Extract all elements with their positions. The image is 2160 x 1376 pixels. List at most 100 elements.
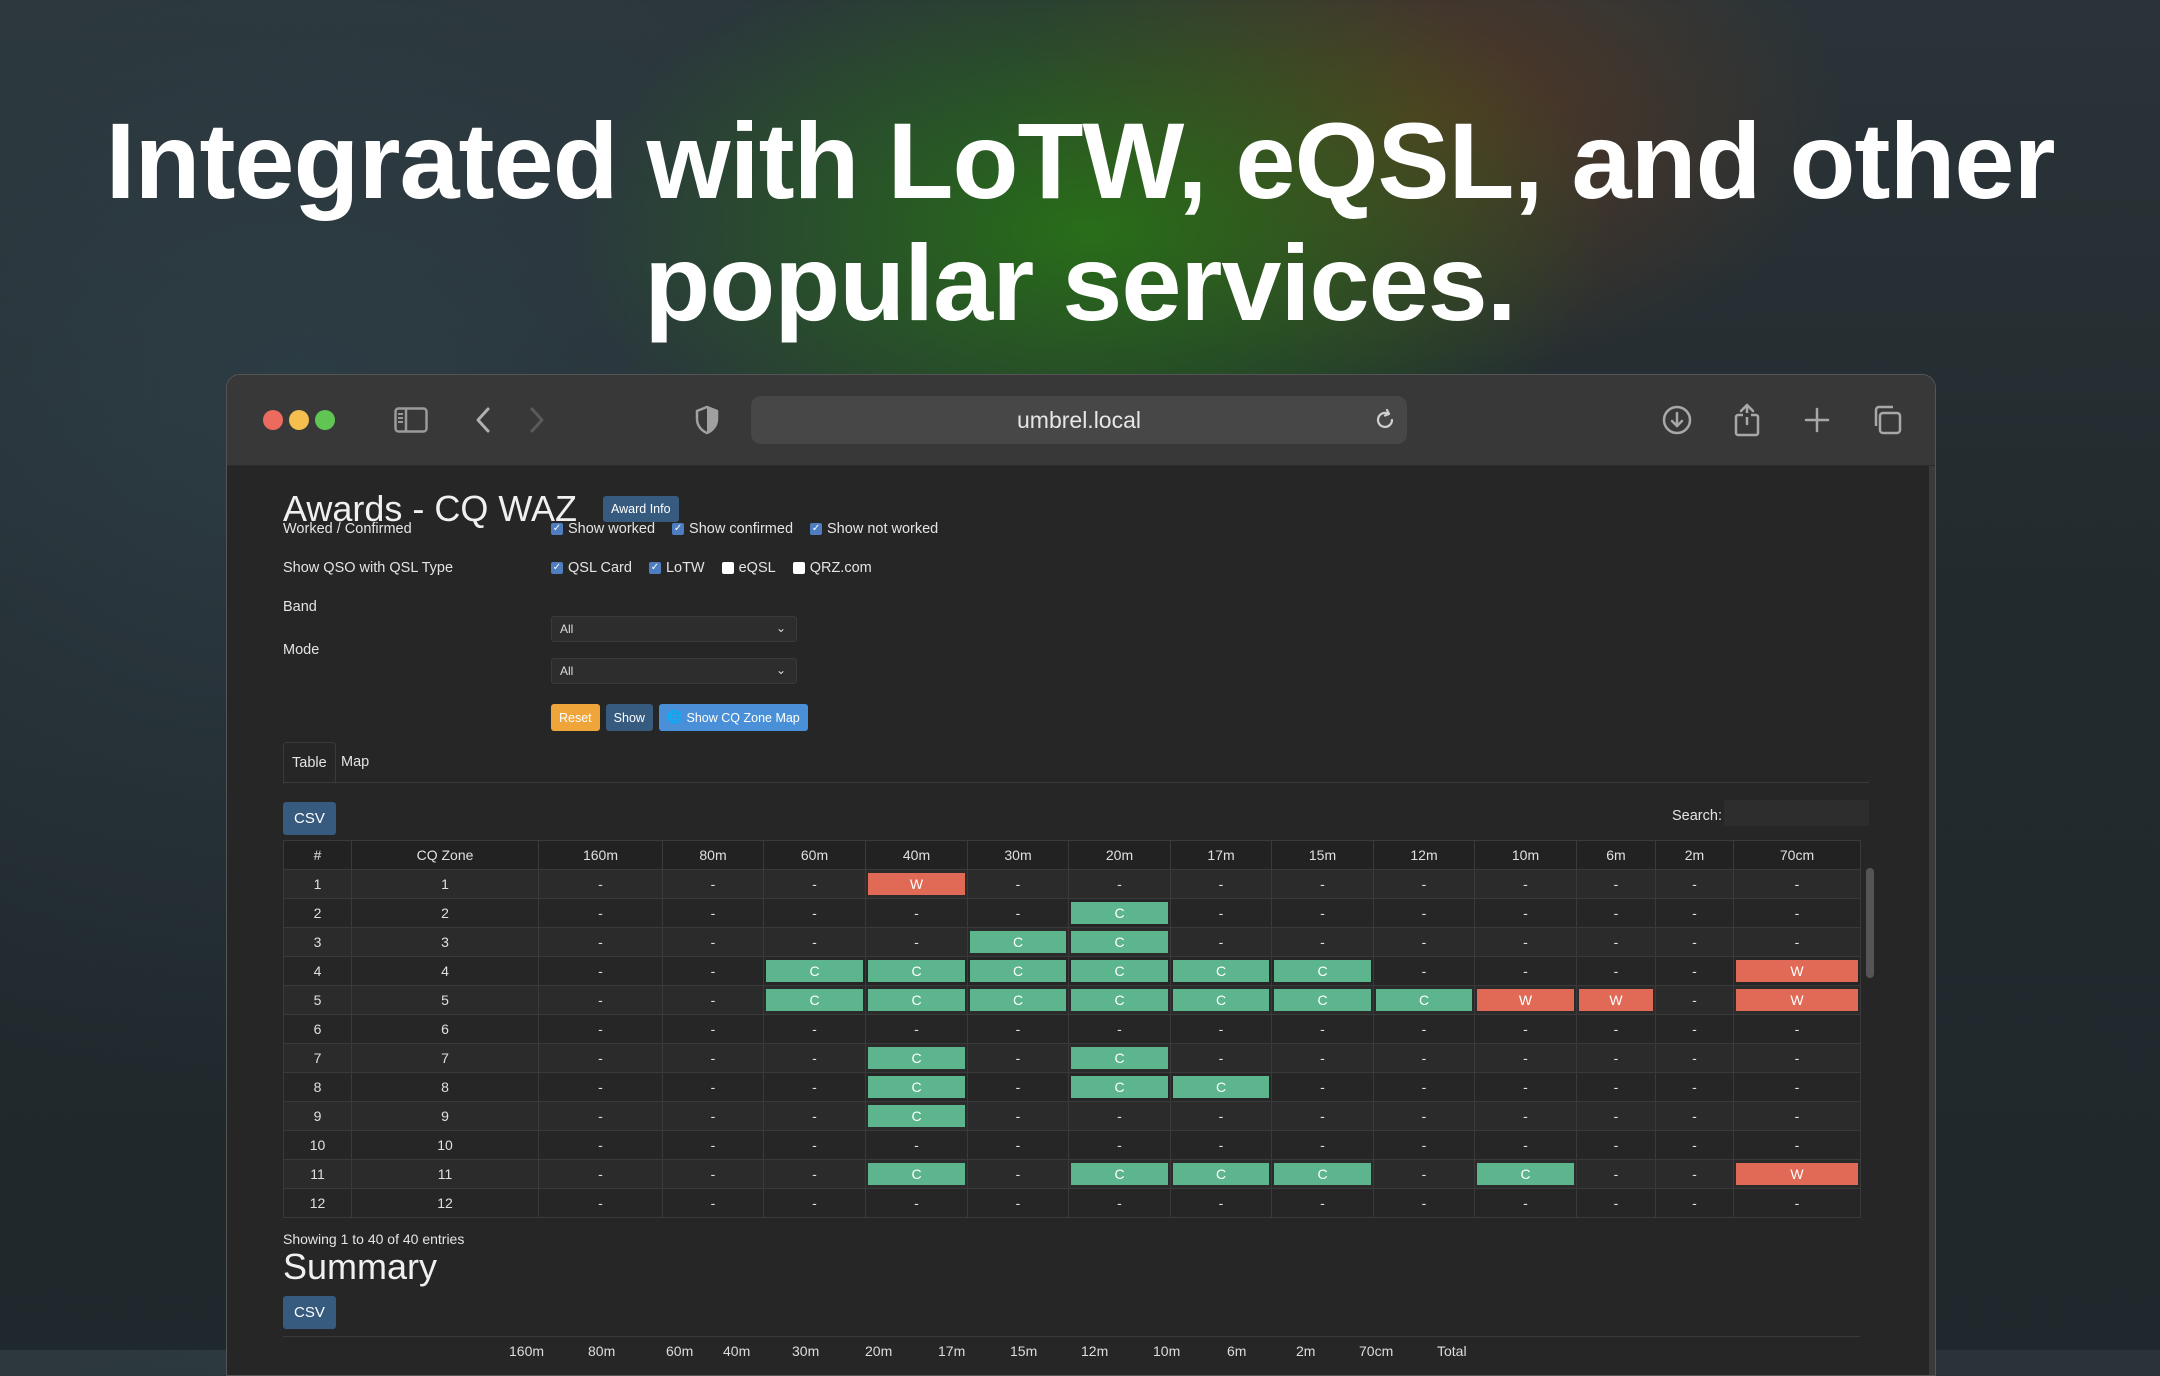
worked-badge[interactable]: W (1736, 989, 1858, 1011)
privacy-shield-icon[interactable] (687, 400, 727, 440)
table-cell: - (1656, 1073, 1734, 1102)
confirmed-badge[interactable]: C (1274, 1163, 1371, 1185)
table-cell: - (1272, 870, 1374, 899)
confirmed-badge[interactable]: C (1173, 989, 1269, 1011)
column-header[interactable]: # (284, 841, 352, 870)
confirmed-badge[interactable]: C (868, 1047, 965, 1069)
worked-badge[interactable]: W (1736, 960, 1858, 982)
lotw-checkbox[interactable]: ✓LoTW (649, 560, 705, 576)
column-header[interactable]: 80m (663, 841, 764, 870)
table-cell: - (1374, 1044, 1475, 1073)
reload-icon[interactable] (1373, 408, 1397, 438)
table-cell: W (1734, 986, 1861, 1015)
worked-badge[interactable]: W (868, 873, 965, 895)
confirmed-badge[interactable]: C (766, 960, 863, 982)
confirmed-badge[interactable]: C (868, 989, 965, 1011)
confirmed-badge[interactable]: C (1376, 989, 1472, 1011)
worked-badge[interactable]: W (1477, 989, 1574, 1011)
award-info-button[interactable]: Award Info (603, 496, 679, 522)
confirmed-badge[interactable]: C (970, 989, 1066, 1011)
page-scrollbar[interactable] (1929, 466, 1935, 1376)
table-cell: 6 (352, 1015, 539, 1044)
tab-table[interactable]: Table (283, 742, 336, 784)
confirmed-badge[interactable]: C (1173, 1163, 1269, 1185)
confirmed-badge[interactable]: C (1071, 989, 1168, 1011)
column-header[interactable]: 12m (1374, 841, 1475, 870)
column-header[interactable]: 70cm (1734, 841, 1861, 870)
show-button[interactable]: Show (606, 704, 653, 731)
confirmed-badge[interactable]: C (1071, 1076, 1168, 1098)
csv-export-button[interactable]: CSV (283, 802, 336, 835)
table-row: 99---C--------- (284, 1102, 1861, 1131)
column-header[interactable]: 40m (866, 841, 968, 870)
column-header[interactable]: 20m (1069, 841, 1171, 870)
show-confirmed-checkbox[interactable]: ✓Show confirmed (672, 521, 793, 537)
table-cell: C (968, 957, 1069, 986)
confirmed-badge[interactable]: C (1274, 989, 1371, 1011)
confirmed-badge[interactable]: C (1071, 1047, 1168, 1069)
confirmed-badge[interactable]: C (1173, 960, 1269, 982)
confirmed-badge[interactable]: C (868, 1163, 965, 1185)
confirmed-badge[interactable]: C (868, 1105, 965, 1127)
confirmed-badge[interactable]: C (1071, 902, 1168, 924)
eqsl-checkbox[interactable]: eQSL (722, 560, 776, 576)
column-header[interactable]: 15m (1272, 841, 1374, 870)
confirmed-badge[interactable]: C (868, 960, 965, 982)
close-window-button[interactable] (263, 410, 283, 430)
zoom-window-button[interactable] (315, 410, 335, 430)
new-tab-icon[interactable] (1797, 400, 1837, 440)
show-map-button[interactable]: 🌐 Show CQ Zone Map (659, 704, 808, 731)
table-cell: - (1656, 957, 1734, 986)
tab-overview-icon[interactable] (1867, 400, 1907, 440)
confirmed-badge[interactable]: C (1173, 1076, 1269, 1098)
confirmed-badge[interactable]: C (1274, 960, 1371, 982)
worked-badge[interactable]: W (1579, 989, 1653, 1011)
table-cell: - (663, 1044, 764, 1073)
table-cell: 10 (352, 1131, 539, 1160)
share-icon[interactable] (1727, 400, 1767, 440)
table-cell: C (1171, 986, 1272, 1015)
worked-confirmed-label: Worked / Confirmed (283, 521, 412, 537)
confirmed-badge[interactable]: C (970, 960, 1066, 982)
confirmed-badge[interactable]: C (1071, 960, 1168, 982)
column-header[interactable]: 160m (539, 841, 663, 870)
address-bar[interactable]: umbrel.local (751, 396, 1407, 444)
sidebar-toggle-icon[interactable] (391, 400, 431, 440)
table-scrollbar[interactable] (1866, 840, 1874, 1226)
confirmed-badge[interactable]: C (1071, 1163, 1168, 1185)
table-cell: - (1656, 1044, 1734, 1073)
tab-map[interactable]: Map (333, 742, 377, 782)
column-header[interactable]: 10m (1475, 841, 1577, 870)
summary-csv-button[interactable]: CSV (283, 1296, 336, 1329)
confirmed-badge[interactable]: C (970, 931, 1066, 953)
show-not-worked-checkbox[interactable]: ✓Show not worked (810, 521, 938, 537)
table-cell: - (663, 1073, 764, 1102)
show-worked-checkbox[interactable]: ✓Show worked (551, 521, 655, 537)
table-cell: - (866, 928, 968, 957)
column-header[interactable]: 2m (1656, 841, 1734, 870)
qsl-card-checkbox[interactable]: ✓QSL Card (551, 560, 632, 576)
column-header[interactable]: CQ Zone (352, 841, 539, 870)
column-header[interactable]: 30m (968, 841, 1069, 870)
column-header[interactable]: 17m (1171, 841, 1272, 870)
minimize-window-button[interactable] (289, 410, 309, 430)
confirmed-badge[interactable]: C (868, 1076, 965, 1098)
qrz-checkbox[interactable]: QRZ.com (793, 560, 872, 576)
column-header[interactable]: 6m (1577, 841, 1656, 870)
confirmed-badge[interactable]: C (766, 989, 863, 1011)
reset-button[interactable]: Reset (551, 704, 600, 731)
confirmed-badge[interactable]: C (1477, 1163, 1574, 1185)
downloads-icon[interactable] (1657, 400, 1697, 440)
forward-icon[interactable] (517, 400, 557, 440)
worked-badge[interactable]: W (1736, 1163, 1858, 1185)
mode-select[interactable]: All ⌄ (551, 658, 797, 684)
column-header[interactable]: 60m (764, 841, 866, 870)
table-cell: 5 (284, 986, 352, 1015)
table-cell: - (764, 1102, 866, 1131)
table-cell: - (1475, 1015, 1577, 1044)
band-select[interactable]: All ⌄ (551, 616, 797, 642)
search-input[interactable] (1724, 800, 1869, 826)
mode-label: Mode (283, 642, 319, 658)
back-icon[interactable] (463, 400, 503, 440)
confirmed-badge[interactable]: C (1071, 931, 1168, 953)
